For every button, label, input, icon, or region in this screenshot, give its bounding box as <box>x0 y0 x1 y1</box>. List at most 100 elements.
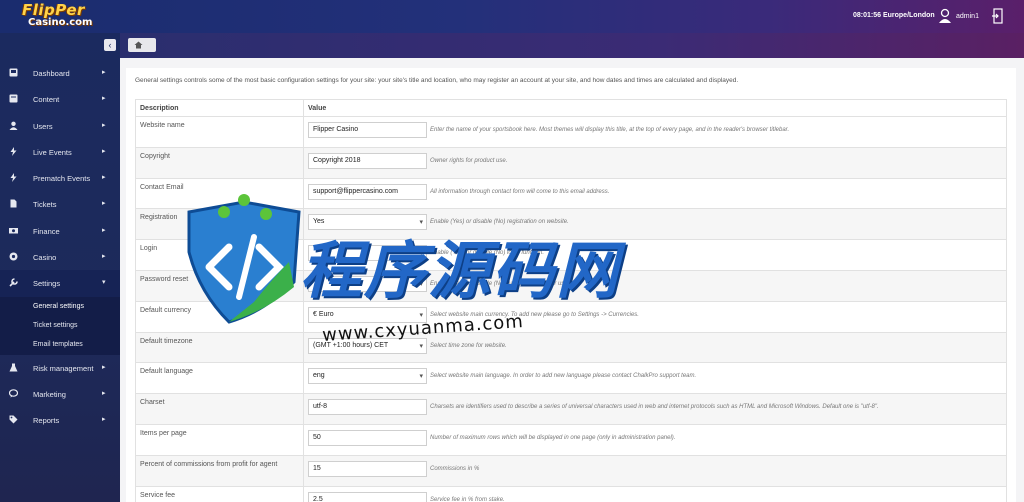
sidebar-item-live-events[interactable]: Live Events ▸ <box>0 139 120 165</box>
sidebar-subitem-ticket-settings[interactable]: Ticket settings <box>0 315 120 336</box>
setting-label: Charset <box>135 393 304 425</box>
sidebar-item-marketing[interactable]: Marketing ▸ <box>0 381 120 407</box>
table-header: Description Value <box>135 99 1007 117</box>
username[interactable]: admin1 <box>956 13 979 20</box>
top-header: FlipPer Casino.com 08:01:56 Europe/Londo… <box>0 0 1024 33</box>
setting-hint: Charsets are identifiers used to describ… <box>430 404 879 411</box>
setting-value-cell: 15 Commissions in % <box>303 454 1007 487</box>
sidebar-item-label: Content <box>33 95 60 105</box>
items-per-page-input[interactable]: 50 <box>308 429 427 446</box>
sidebar-item-risk-management[interactable]: Risk management ▸ <box>0 355 120 381</box>
user-avatar-icon[interactable] <box>938 8 952 24</box>
sidebar-item-label: Users <box>33 121 53 131</box>
setting-label: Items per page <box>135 423 304 456</box>
sidebar-item-prematch-events[interactable]: Prematch Events ▸ <box>0 165 120 191</box>
chevron-right-icon: ▸ <box>102 363 106 371</box>
chat-icon <box>9 389 18 398</box>
sidebar-item-label: Reports <box>33 416 60 426</box>
sidebar-item-finance[interactable]: Finance ▸ <box>0 218 120 244</box>
registration-select[interactable]: Yes <box>308 214 427 231</box>
money-icon <box>9 227 18 234</box>
watermark-text: 程序源码网 <box>300 234 621 307</box>
sidebar-item-label: Dashboard <box>33 69 70 78</box>
sidebar-item-reports[interactable]: Reports ▸ <box>0 407 120 433</box>
sidebar-item-label: Risk management <box>33 363 94 373</box>
setting-value-cell: engSelect website main language. In orde… <box>303 362 1007 395</box>
setting-label: Registration <box>135 208 304 241</box>
sidebar-item-label: Casino <box>33 253 57 263</box>
sidebar-item-settings[interactable]: Settings ▾ <box>0 270 120 297</box>
charset-input[interactable]: utf-8 <box>308 399 427 416</box>
wrench-icon <box>9 278 18 287</box>
sidebar-item-label: Live Events <box>33 147 72 157</box>
setting-hint: Select time zone for website. <box>430 342 507 349</box>
setting-hint: Enter the name of your sportsbook here. … <box>430 127 790 133</box>
logo[interactable]: FlipPer Casino.com <box>22 3 100 30</box>
table-row: Items per page 50 Number of maximum rows … <box>135 423 1007 456</box>
bolt-icon <box>10 146 17 156</box>
setting-value-cell: 50 Number of maximum rows which will be d… <box>303 423 1007 456</box>
flask-icon <box>9 363 18 372</box>
sidebar-subitem-general-settings[interactable]: General settings <box>0 296 120 316</box>
setting-label: Default currency <box>135 300 304 333</box>
intro-text: General settings controls some of the mo… <box>135 77 739 84</box>
table-row: Percent of commissions from profit for a… <box>135 454 1007 487</box>
setting-hint: Select website main language. In order t… <box>430 373 697 380</box>
sidebar-item-dashboard[interactable]: Dashboard ▸ <box>0 60 120 86</box>
chevron-right-icon: ▸ <box>102 253 106 261</box>
agent-commission-input[interactable]: 15 <box>308 460 427 477</box>
sidebar-item-label: Marketing <box>33 389 66 399</box>
setting-hint: Service fee in % from stake. <box>430 496 505 502</box>
sidebar-subitem-email-templates[interactable]: Email templates <box>0 335 120 355</box>
setting-value-cell: Flipper Casino Enter the name of your spo… <box>303 116 1007 148</box>
setting-label: Default language <box>135 362 304 395</box>
setting-value-cell: support@flippercasino.com All information… <box>303 177 1007 210</box>
sidebar-item-users[interactable]: Users ▸ <box>0 113 120 139</box>
sidebar-nav: Dashboard ▸ Content ▸ Users ▸ Live Event… <box>0 60 120 433</box>
chevron-right-icon: ▸ <box>102 200 106 208</box>
setting-label: Contact Email <box>135 177 304 210</box>
setting-label: Service fee <box>135 485 304 502</box>
website-name-input[interactable]: Flipper Casino <box>308 122 427 138</box>
sidebar-item-content[interactable]: Content ▸ <box>0 86 120 112</box>
service-fee-input[interactable]: 2.5 <box>308 491 427 502</box>
setting-value-cell: 2.5 Service fee in % from stake. <box>303 485 1007 502</box>
setting-hint: Commissions in % <box>430 465 480 472</box>
sidebar-item-label: Finance <box>33 226 60 236</box>
sidebar-item-tickets[interactable]: Tickets ▸ <box>0 191 120 217</box>
setting-label: Website name <box>135 116 304 148</box>
home-icon <box>134 41 143 49</box>
sidebar-item-label: Prematch Events <box>33 174 91 184</box>
column-header-value: Value <box>303 99 1007 117</box>
user-icon <box>9 121 18 130</box>
copyright-input[interactable]: Copyright 2018 <box>308 152 427 169</box>
table-row: Contact Email support@flippercasino.com A… <box>135 177 1007 210</box>
chevron-right-icon: ▸ <box>102 121 106 129</box>
table-row: Default language engSelect website main … <box>135 362 1007 395</box>
target-icon <box>9 252 18 261</box>
book-icon <box>9 94 18 103</box>
table-row: Copyright Copyright 2018 Owner rights for… <box>135 146 1007 179</box>
column-header-description: Description <box>135 99 304 117</box>
breadcrumb-home[interactable] <box>128 38 156 52</box>
setting-label: Login <box>135 239 304 271</box>
tag-icon <box>9 415 18 424</box>
chevron-down-icon: ▾ <box>102 279 106 287</box>
server-clock: 08:01:56 Europe/London <box>853 12 935 19</box>
setting-label: Percent of commissions from profit for a… <box>135 454 304 487</box>
sidebar-collapse-button[interactable]: ‹ <box>104 39 116 51</box>
setting-hint: Number of maximum rows which will be dis… <box>430 434 676 441</box>
chevron-right-icon: ▸ <box>102 416 106 424</box>
setting-label: Copyright <box>135 146 304 179</box>
logo-text-top: FlipPer <box>22 1 85 19</box>
setting-hint: Enable (Yes) or disable (No) registratio… <box>430 219 569 226</box>
default-language-select[interactable]: eng <box>308 368 427 385</box>
sidebar-item-casino[interactable]: Casino ▸ <box>0 244 120 270</box>
setting-value-cell: utf-8 Charsets are identifiers used to de… <box>303 393 1007 425</box>
chevron-right-icon: ▸ <box>102 389 106 397</box>
chevron-right-icon: ▸ <box>102 174 106 182</box>
table-row: Service fee 2.5 Service fee in % from sta… <box>135 485 1007 502</box>
logout-icon[interactable] <box>991 8 1003 24</box>
contact-email-input[interactable]: support@flippercasino.com <box>308 183 427 200</box>
chevron-right-icon: ▸ <box>102 226 106 234</box>
